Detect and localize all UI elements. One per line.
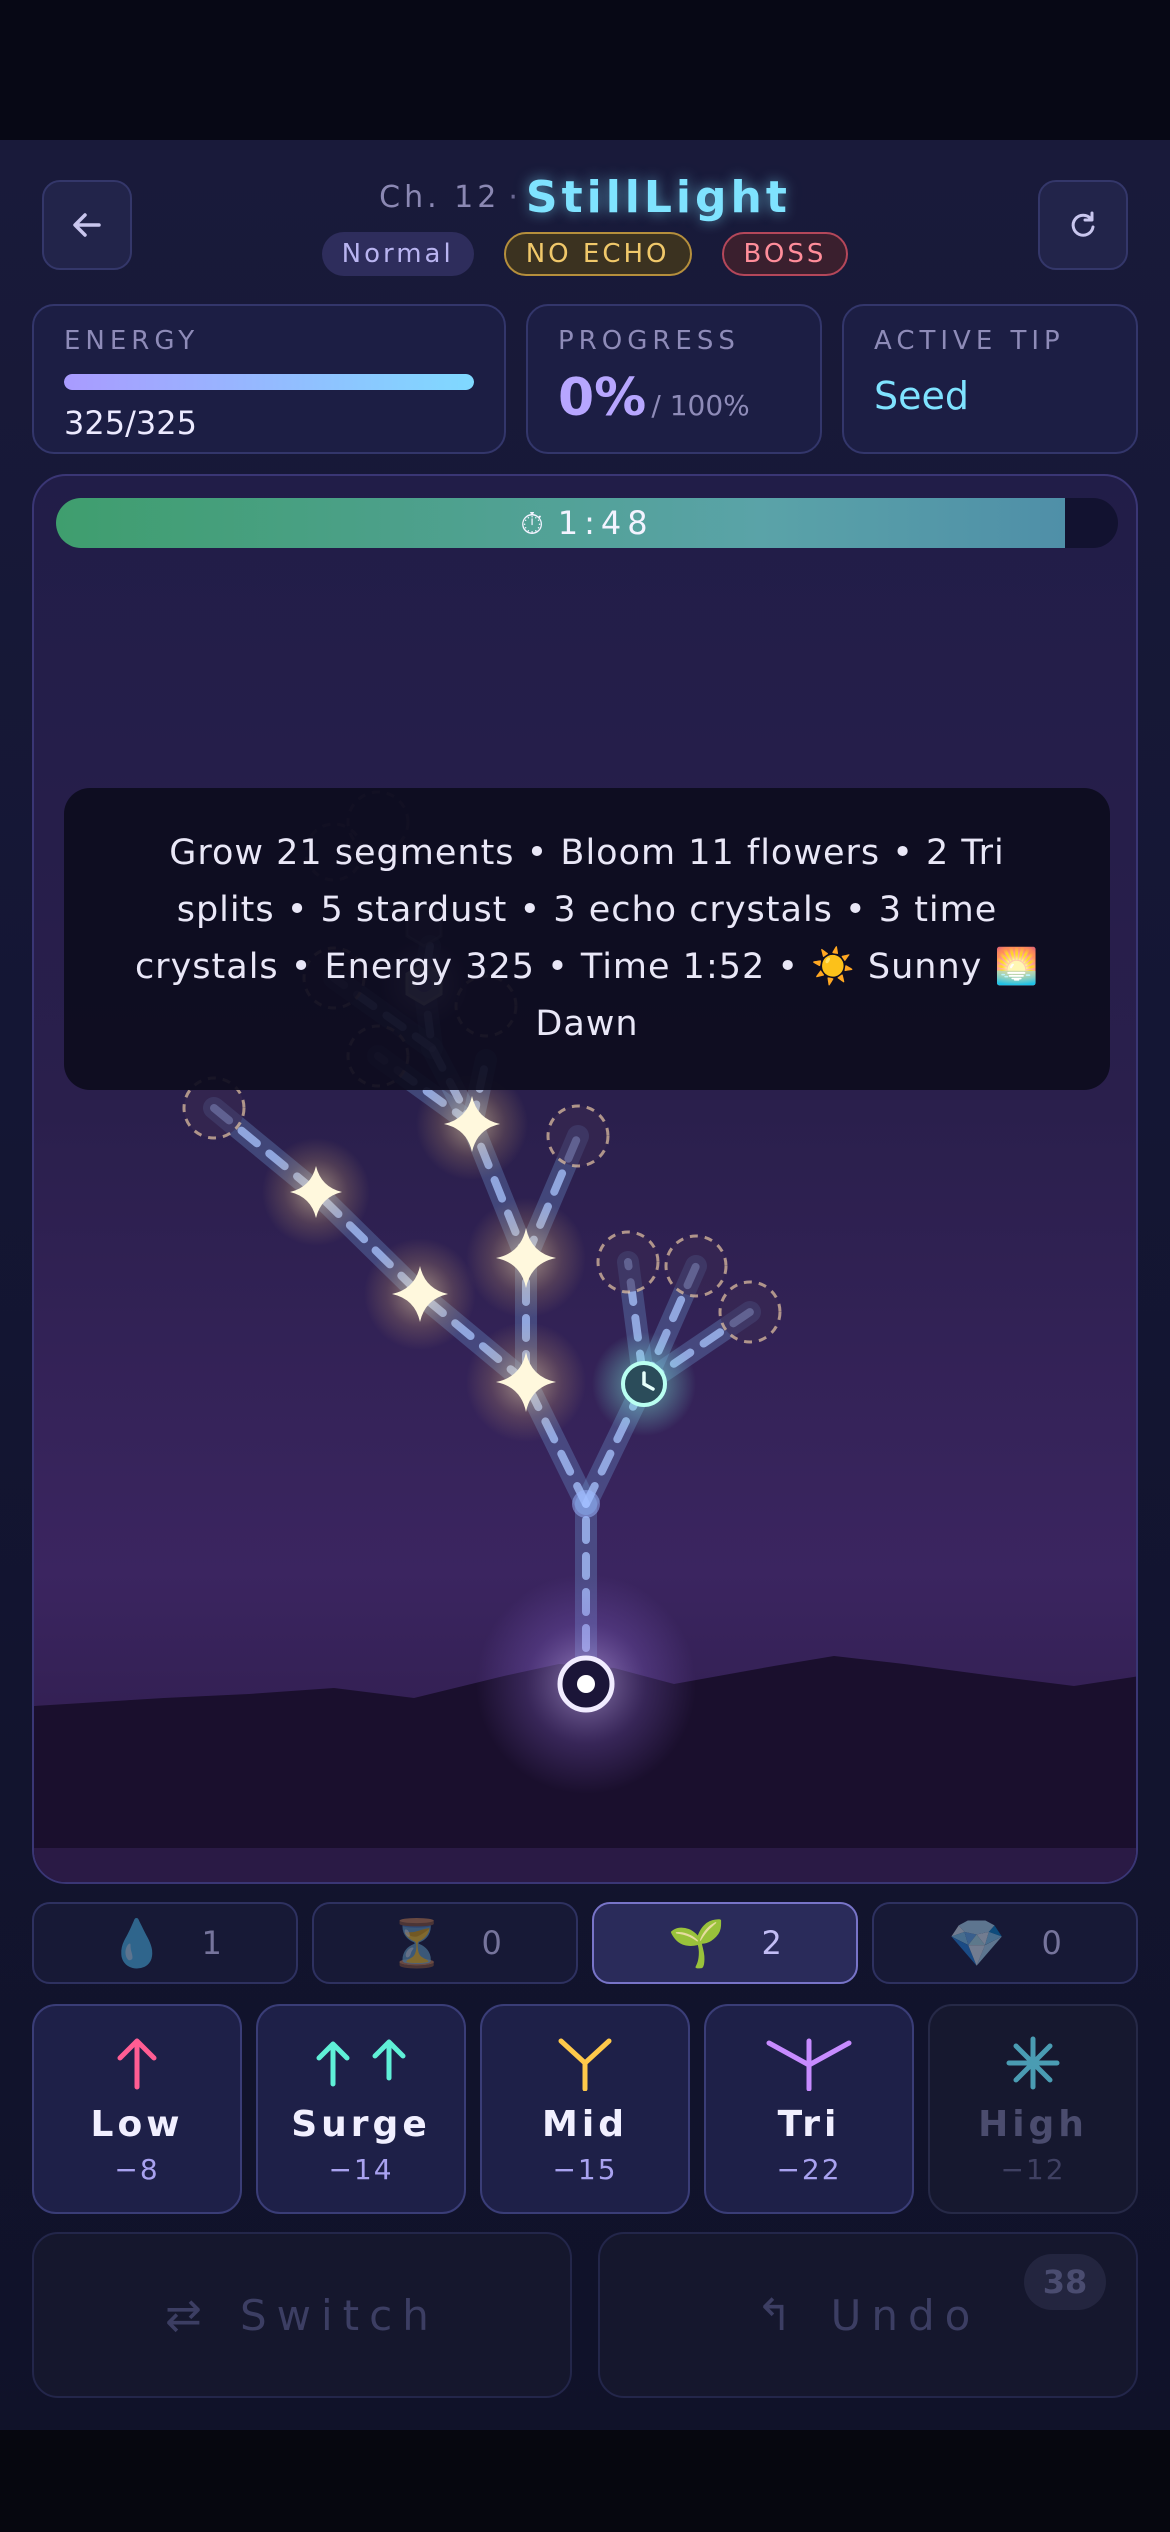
inventory-count: 2 xyxy=(761,1924,782,1962)
progress-label: PROGRESS xyxy=(558,326,740,356)
inventory-count: 0 xyxy=(481,1924,502,1962)
move-label: Mid xyxy=(542,2104,628,2145)
move-surge-button[interactable]: Surge −14 xyxy=(256,2004,466,2214)
energy-label: ENERGY xyxy=(64,326,200,356)
progress-value: 0% xyxy=(558,368,647,428)
move-label: Surge xyxy=(291,2104,431,2145)
gem-icon: 💎 xyxy=(948,1915,1006,1970)
inventory-water[interactable]: 💧 1 xyxy=(32,1902,298,1984)
boss-badge: BOSS xyxy=(721,232,849,276)
switch-label: Switch xyxy=(240,2290,439,2340)
undo-button[interactable]: ↰ Undo 38 xyxy=(598,2232,1138,2398)
move-cost: −22 xyxy=(776,2153,842,2186)
undo-arrow-icon: ↰ xyxy=(755,2289,793,2341)
undo-count-badge: 38 xyxy=(1024,2254,1106,2310)
inventory-hourglass[interactable]: ⏳ 0 xyxy=(312,1902,578,1984)
level-title: Ch. 12 · StillLight xyxy=(0,172,1170,223)
game-board[interactable]: ⏱ 1:48 Grow 21 segments • Bloom 11 flower… xyxy=(32,474,1138,1884)
inventory-sprout[interactable]: 🌱 2 xyxy=(592,1902,858,1984)
move-label: High xyxy=(978,2104,1088,2145)
move-mid-button[interactable]: Mid −15 xyxy=(480,2004,690,2214)
progress-max: / 100% xyxy=(651,389,750,422)
energy-card: ENERGY 325/325 xyxy=(32,304,506,454)
undo-label: Undo xyxy=(830,2290,981,2340)
timer-bar: ⏱ 1:48 xyxy=(56,498,1118,548)
swap-arrows-icon: ⇄ xyxy=(165,2289,202,2341)
branch-joint xyxy=(572,1490,600,1518)
stopwatch-icon: ⏱ xyxy=(520,507,544,542)
title-separator: · xyxy=(508,180,518,215)
timer-readout: ⏱ 1:48 xyxy=(56,498,1118,548)
restart-icon xyxy=(1071,211,1095,237)
root-seed[interactable] xyxy=(476,1574,696,1794)
home-indicator-area xyxy=(0,2430,1170,2532)
move-cost: −8 xyxy=(114,2153,160,2186)
move-cost: −15 xyxy=(552,2153,618,2186)
active-tip-value: Seed xyxy=(874,374,969,418)
energy-bar xyxy=(64,374,474,390)
game-screen: Ch. 12 · StillLight Normal NO ECHO BOSS EN… xyxy=(0,140,1170,2430)
no-echo-badge: NO ECHO xyxy=(503,232,692,276)
mode-badge: Normal xyxy=(321,232,474,276)
bloom-flower xyxy=(364,1238,476,1350)
level-badges: Normal NO ECHO BOSS xyxy=(0,232,1170,276)
ground-edge xyxy=(34,1848,1136,1882)
move-cost: −14 xyxy=(328,2153,394,2186)
sparkle-icon xyxy=(1006,2036,1060,2090)
energy-bar-fill xyxy=(64,374,474,390)
time-crystal xyxy=(592,1332,696,1436)
restart-button[interactable] xyxy=(1038,180,1128,270)
move-label: Low xyxy=(90,2104,184,2145)
objective-text: Grow 21 segments • Bloom 11 flowers • 2 … xyxy=(134,833,1040,1044)
bloom-flower xyxy=(466,1322,586,1442)
inventory-count: 0 xyxy=(1041,1924,1062,1962)
bloom-flower xyxy=(262,1138,370,1246)
move-high-button[interactable]: High −12 xyxy=(928,2004,1138,2214)
water-drop-icon: 💧 xyxy=(108,1915,166,1970)
sprout-icon: 🌱 xyxy=(668,1915,726,1970)
move-label: Tri xyxy=(777,2104,841,2145)
arrow-up-icon xyxy=(117,2038,157,2090)
inventory-gem[interactable]: 💎 0 xyxy=(872,1902,1138,1984)
switch-button[interactable]: ⇄ Switch xyxy=(32,2232,572,2398)
bloom-flower xyxy=(466,1198,586,1318)
hourglass-icon: ⏳ xyxy=(388,1915,446,1970)
progress-card: PROGRESS 0% / 100% xyxy=(526,304,822,454)
objective-panel: Grow 21 segments • Bloom 11 flowers • 2 … xyxy=(64,788,1110,1090)
active-tip-label: ACTIVE TIP xyxy=(874,326,1065,356)
level-name: StillLight xyxy=(525,172,791,223)
trident-icon xyxy=(766,2038,852,2091)
double-arrow-up-icon xyxy=(316,2039,406,2087)
move-cost: −12 xyxy=(1000,2153,1066,2186)
plant-canvas[interactable] xyxy=(34,476,1138,1884)
chapter-label: Ch. 12 xyxy=(379,180,501,215)
inventory-count: 1 xyxy=(201,1924,222,1962)
fork-icon xyxy=(558,2038,612,2091)
active-tip-card: ACTIVE TIP Seed xyxy=(842,304,1138,454)
energy-value: 325/325 xyxy=(64,404,197,442)
move-tri-button[interactable]: Tri −22 xyxy=(704,2004,914,2214)
move-low-button[interactable]: Low −8 xyxy=(32,2004,242,2214)
timer-value: 1:48 xyxy=(557,504,654,542)
